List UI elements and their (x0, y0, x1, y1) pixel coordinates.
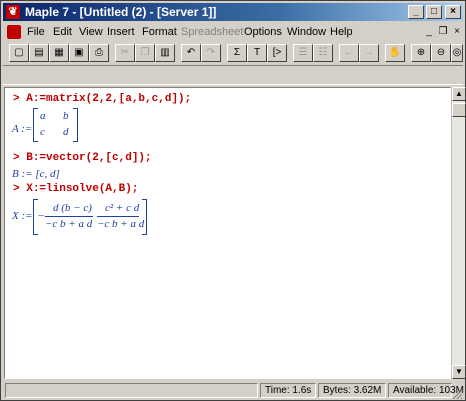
matrix-bracket-left (33, 108, 38, 142)
cut-icon[interactable]: ✂ (115, 44, 135, 62)
fraction-bar (97, 216, 139, 217)
mdi-minimize-button[interactable]: _ (423, 26, 435, 37)
fraction-denominator: −c b + a d (97, 218, 145, 230)
sigma-icon[interactable]: Σ (227, 44, 247, 62)
output-label: A := (12, 123, 33, 135)
document-icon[interactable] (7, 25, 21, 39)
minus-sign: − (38, 210, 45, 222)
maximize-button[interactable]: □ (426, 5, 442, 19)
stop-icon[interactable]: ✋ (385, 44, 405, 62)
fraction-numerator: c² + c d (105, 202, 140, 214)
close-button[interactable]: × (445, 5, 461, 19)
fraction-numerator: d (b − c) (53, 202, 92, 214)
expand-icon[interactable]: ☰ (293, 44, 313, 62)
menu-file[interactable]: File (27, 26, 45, 38)
undo-icon[interactable]: ↶ (181, 44, 201, 62)
status-message (5, 383, 258, 398)
output-vector: B := [c, d] (12, 168, 60, 180)
input-text: A:=matrix(2,2,[a,b,c,d]); (26, 93, 192, 105)
output-label: X := (12, 210, 33, 222)
menu-window[interactable]: Window (287, 26, 326, 38)
back-icon[interactable]: ← (339, 44, 359, 62)
status-time: Time: 1.6s (260, 383, 316, 398)
minimize-button[interactable]: _ (408, 5, 424, 19)
matrix-cell: b (63, 110, 69, 122)
menu-insert[interactable]: Insert (107, 26, 135, 38)
input-line-1[interactable]: > A:=matrix(2,2,[a,b,c,d]); (13, 93, 191, 105)
vertical-scrollbar[interactable]: ▲ ▼ (451, 87, 466, 379)
maple-window: ❦ Maple 7 - [Untitled (2) - [Server 1]] … (0, 0, 466, 401)
window-title: Maple 7 - [Untitled (2) - [Server 1]] (25, 5, 217, 19)
collapse-icon[interactable]: ☷ (313, 44, 333, 62)
prompt: > (13, 183, 20, 195)
menu-bar: File Edit View Insert Format Spreadsheet… (3, 23, 463, 41)
matrix-bracket-right (73, 108, 78, 142)
redo-icon[interactable]: ↷ (201, 44, 221, 62)
matrix-cell: a (40, 110, 46, 122)
resize-grip-icon[interactable] (451, 388, 463, 400)
forward-icon[interactable]: → (359, 44, 379, 62)
context-bar (3, 65, 463, 85)
prompt: > (13, 93, 20, 105)
status-available: Available: 103M (388, 383, 464, 398)
menu-help[interactable]: Help (330, 26, 353, 38)
text-icon[interactable]: T (247, 44, 267, 62)
scroll-down-icon[interactable]: ▼ (452, 365, 466, 379)
menu-edit[interactable]: Edit (53, 26, 72, 38)
menu-format[interactable]: Format (142, 26, 177, 38)
prompt: > (13, 152, 20, 164)
scroll-thumb[interactable] (452, 103, 466, 117)
mdi-restore-button[interactable]: ❐ (437, 26, 449, 37)
input-text: X:=linsolve(A,B); (26, 183, 139, 195)
matrix-cell: d (63, 126, 69, 138)
copy-icon[interactable]: ❐ (135, 44, 155, 62)
status-bytes: Bytes: 3.62M (318, 383, 386, 398)
mdi-close-button[interactable]: × (451, 26, 463, 37)
toolbar: ▢ ▤ ▦ ▣ ⎙ ✂ ❐ ▥ ↶ ↷ Σ T [> ☰ ☷ ← → ✋ ⊕ ⊖… (3, 42, 463, 64)
paste-icon[interactable]: ▥ (155, 44, 175, 62)
scroll-up-icon[interactable]: ▲ (452, 87, 466, 101)
zoom-out-icon[interactable]: ⊖ (431, 44, 451, 62)
new-icon[interactable]: ▢ (9, 44, 29, 62)
open-icon[interactable]: ▤ (29, 44, 49, 62)
input-line-3[interactable]: > X:=linsolve(A,B); (13, 183, 138, 195)
zoom-in-icon[interactable]: ⊕ (411, 44, 431, 62)
menu-spreadsheet: Spreadsheet (181, 26, 244, 38)
print-icon[interactable]: ⎙ (89, 44, 109, 62)
fraction-bar (45, 216, 93, 217)
menu-view[interactable]: View (79, 26, 103, 38)
open-server-icon[interactable]: ▦ (49, 44, 69, 62)
worksheet[interactable]: > A:=matrix(2,2,[a,b,c,d]); A := a b c d… (4, 87, 451, 379)
zoom-100-icon[interactable]: ◎ (451, 44, 463, 62)
maple-leaf-icon[interactable]: ❦ (6, 5, 20, 19)
title-bar[interactable]: ❦ Maple 7 - [Untitled (2) - [Server 1]] … (3, 3, 463, 21)
prompt-icon[interactable]: [> (267, 44, 287, 62)
status-bar: Time: 1.6s Bytes: 3.62M Available: 103M (3, 382, 464, 400)
input-text: B:=vector(2,[c,d]); (26, 152, 152, 164)
matrix-cell: c (40, 126, 45, 138)
save-icon[interactable]: ▣ (69, 44, 89, 62)
menu-options[interactable]: Options (244, 26, 282, 38)
input-line-2[interactable]: > B:=vector(2,[c,d]); (13, 152, 152, 164)
fraction-denominator: −c b + a d (45, 218, 93, 230)
